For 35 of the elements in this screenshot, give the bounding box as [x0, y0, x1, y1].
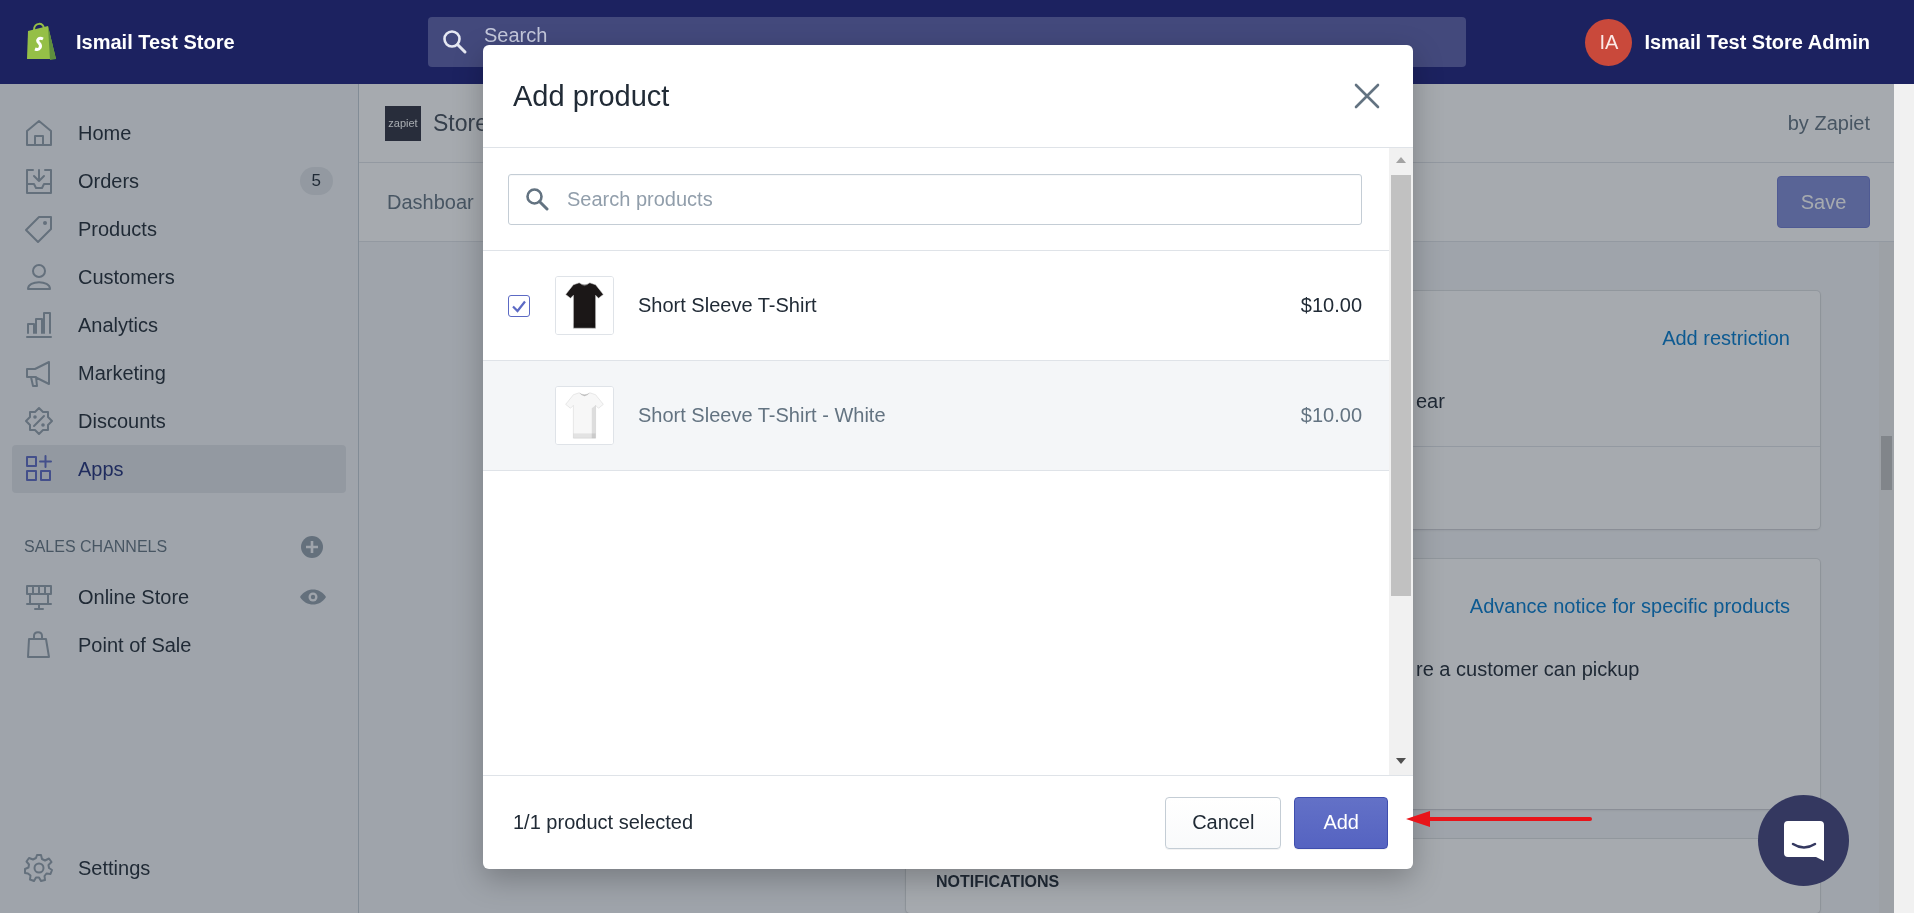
product-name: Short Sleeve T-Shirt - White	[638, 404, 886, 427]
link[interactable]: Advance notice for specific products	[1469, 594, 1790, 618]
card-heading: NOTIFICATIONS	[935, 872, 1061, 892]
app-logo: zapiet	[385, 105, 421, 141]
tab[interactable]: Dashboar	[387, 190, 474, 214]
card-text: re a customer can pickup	[1416, 657, 1641, 681]
product-name: Short Sleeve T-Shirt	[638, 294, 817, 317]
app-byline: by Zapiet	[1787, 111, 1870, 135]
count-badge: 5	[299, 167, 333, 195]
sidebar-item[interactable]: Apps	[12, 445, 346, 493]
card-text: ear	[1416, 390, 1446, 413]
add-button[interactable]: Add	[1294, 796, 1388, 849]
sidebar-item[interactable]: Settings	[12, 844, 346, 892]
search-field[interactable]: Search products	[508, 173, 1362, 225]
sidebar-item[interactable]: Discounts	[12, 397, 346, 445]
section-heading: SALES CHANNELS	[24, 538, 168, 556]
sidebar-item[interactable]: Customers	[12, 253, 346, 301]
sidebar-item[interactable]: Point of Sale	[12, 621, 346, 669]
sidebar-item[interactable]: Marketing	[12, 349, 346, 397]
sidebar-item[interactable]: Home	[12, 109, 346, 157]
selection-status: 1/1 product selected	[513, 811, 694, 834]
search-input[interactable]: Search products	[565, 186, 1361, 212]
sidebar-item[interactable]: Products	[12, 205, 346, 253]
avatar[interactable]: IA	[1585, 18, 1633, 66]
link[interactable]: Add restriction	[1662, 327, 1790, 350]
cancel-button[interactable]: Cancel	[1165, 796, 1282, 849]
search-input[interactable]: Search	[482, 22, 786, 48]
sidebar-item[interactable]: Online Store	[12, 573, 346, 621]
product-price: $10.00	[1300, 294, 1362, 317]
store-name: Ismail Test Store	[76, 30, 235, 54]
product-price: $10.00	[1300, 404, 1362, 427]
account-name[interactable]: Ismail Test Store Admin	[1644, 30, 1870, 54]
sidebar-item[interactable]: Orders 5	[12, 157, 346, 205]
dialog-title: Add product	[513, 79, 670, 113]
sidebar-item[interactable]: Analytics	[12, 301, 346, 349]
